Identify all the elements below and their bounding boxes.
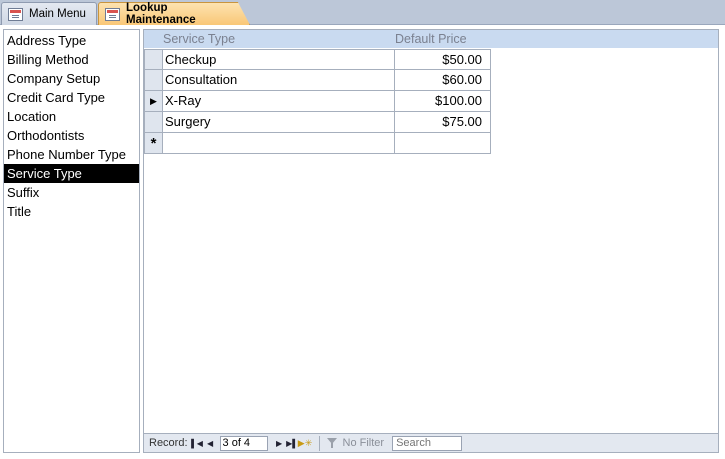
list-item-billing-method[interactable]: Billing Method <box>4 50 139 69</box>
record-selector[interactable] <box>144 70 163 91</box>
form-icon <box>105 7 120 21</box>
table-row: Checkup $50.00 <box>144 49 491 70</box>
table-row: Consultation $60.00 <box>144 70 491 91</box>
column-header-service-type[interactable]: Service Type <box>163 30 394 48</box>
tab-main-menu[interactable]: Main Menu <box>1 2 97 25</box>
current-record-input[interactable] <box>219 435 268 451</box>
service-type-cell[interactable]: Checkup <box>163 49 395 70</box>
filter-toggle-button[interactable]: No Filter <box>326 437 385 449</box>
list-item-title[interactable]: Title <box>4 202 139 221</box>
new-record-row: * <box>144 133 491 154</box>
record-selector[interactable] <box>144 49 163 70</box>
list-item-location[interactable]: Location <box>4 107 139 126</box>
service-type-cell[interactable]: X-Ray <box>163 91 395 112</box>
grid-header: Service Type Default Price <box>144 30 718 48</box>
service-type-datasheet: Service Type Default Price Checkup $50.0… <box>143 29 719 453</box>
list-item-phone-number-type[interactable]: Phone Number Type <box>4 145 139 164</box>
service-type-cell[interactable]: Consultation <box>163 70 395 91</box>
record-navigation-bar: Record: ▌◀ ◀ ▶ ▶▌ ▶✳ No Filter <box>144 433 718 452</box>
service-type-cell[interactable]: Surgery <box>163 112 395 133</box>
navigator-divider <box>318 435 320 451</box>
column-header-default-price[interactable]: Default Price <box>395 30 491 48</box>
default-price-cell[interactable]: $50.00 <box>395 49 491 70</box>
filter-icon <box>326 437 339 449</box>
new-default-price-cell[interactable] <box>395 133 491 154</box>
grid-body: Checkup $50.00 Consultation $60.00 ▶ X-R… <box>144 49 491 154</box>
lookup-type-list[interactable]: Address Type Billing Method Company Setu… <box>3 29 140 453</box>
record-pointer-icon: ▶ <box>150 95 157 106</box>
new-record-marker[interactable]: * <box>144 133 163 154</box>
list-item-address-type[interactable]: Address Type <box>4 31 139 50</box>
last-record-icon[interactable]: ▶▌ <box>286 436 298 451</box>
record-label: Record: <box>149 437 188 449</box>
list-item-suffix[interactable]: Suffix <box>4 183 139 202</box>
list-item-company-setup[interactable]: Company Setup <box>4 69 139 88</box>
tab-lookup-maintenance[interactable]: Lookup Maintenance <box>98 2 250 25</box>
first-record-icon[interactable]: ▌◀ <box>191 436 203 451</box>
filter-status-label: No Filter <box>342 437 385 449</box>
new-record-icon[interactable]: ▶✳ <box>298 436 312 451</box>
default-price-cell[interactable]: $75.00 <box>395 112 491 133</box>
form-icon <box>8 7 23 21</box>
list-item-orthodontists[interactable]: Orthodontists <box>4 126 139 145</box>
new-service-type-cell[interactable] <box>163 133 395 154</box>
document-tab-strip: Main Menu Lookup Maintenance <box>0 0 725 25</box>
table-row: ▶ X-Ray $100.00 <box>144 91 491 112</box>
next-record-icon[interactable]: ▶ <box>274 436 285 451</box>
table-row: Surgery $75.00 <box>144 112 491 133</box>
default-price-cell[interactable]: $100.00 <box>395 91 491 112</box>
default-price-cell[interactable]: $60.00 <box>395 70 491 91</box>
list-item-credit-card-type[interactable]: Credit Card Type <box>4 88 139 107</box>
record-selector[interactable]: ▶ <box>144 91 163 112</box>
record-selector[interactable] <box>144 112 163 133</box>
tab-label: Lookup Maintenance <box>126 2 196 26</box>
previous-record-icon[interactable]: ◀ <box>205 436 216 451</box>
list-item-service-type[interactable]: Service Type <box>4 164 139 183</box>
search-input[interactable] <box>392 435 463 451</box>
tab-label: Main Menu <box>29 8 86 20</box>
